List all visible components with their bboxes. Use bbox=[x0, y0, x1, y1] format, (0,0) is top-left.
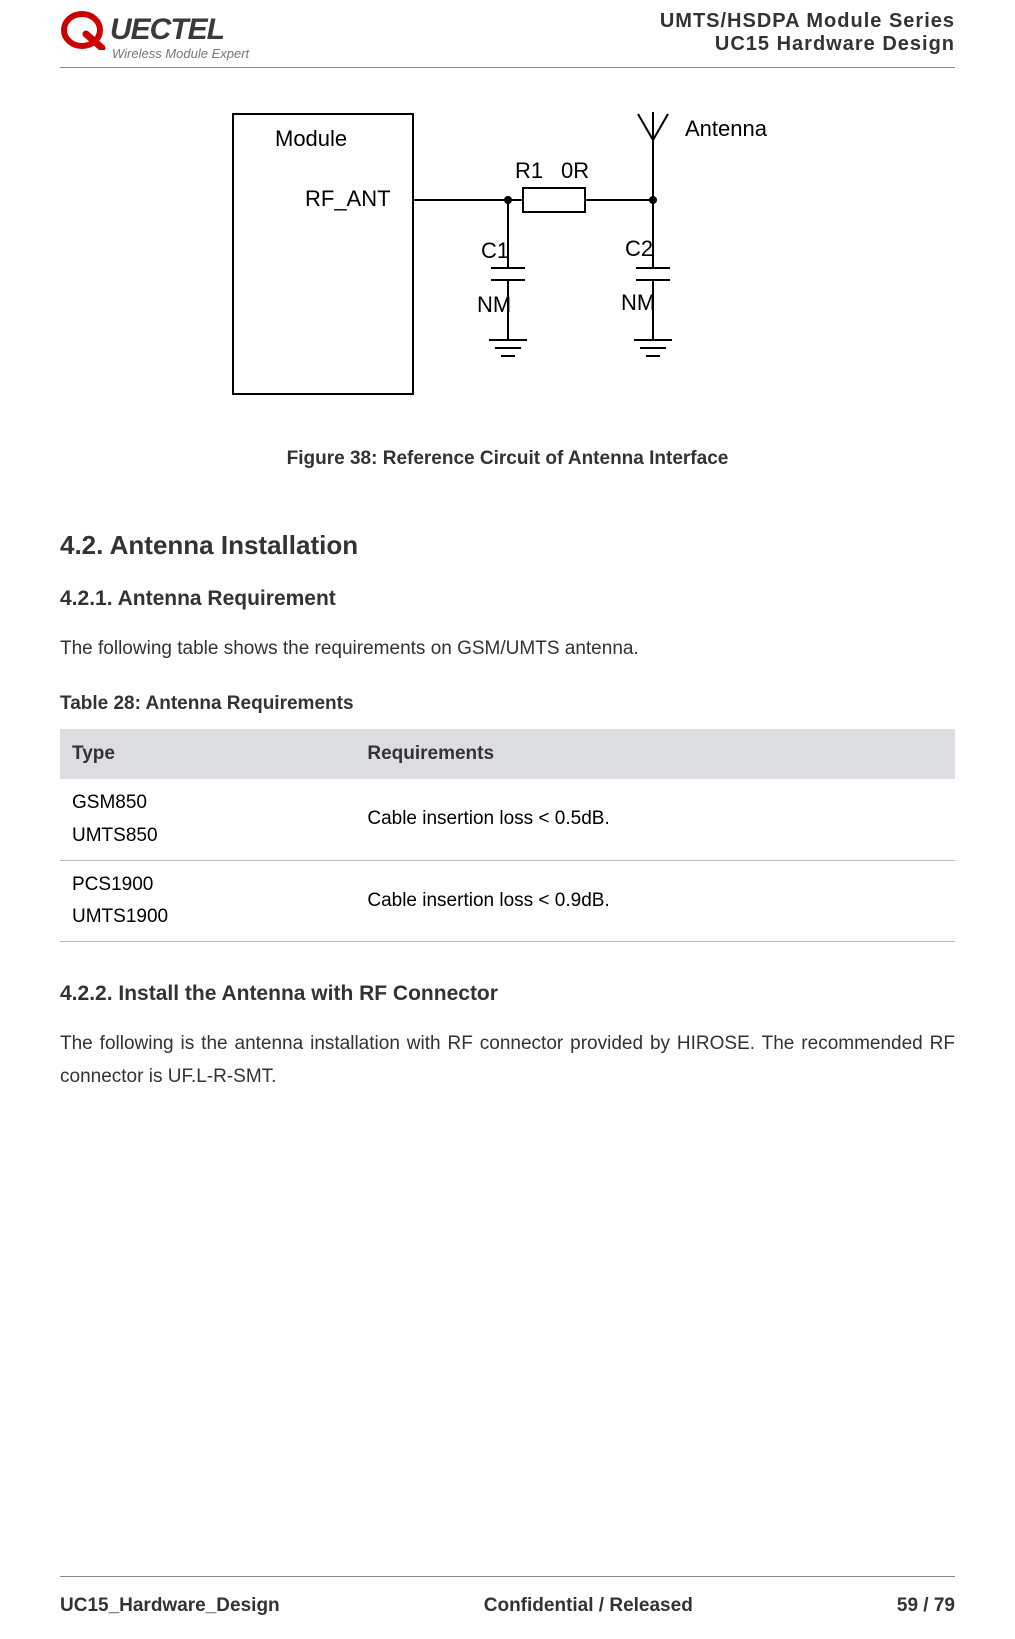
label-c2: C2 bbox=[625, 236, 653, 261]
table-header-req: Requirements bbox=[355, 729, 955, 779]
doc-title-line2: UC15 Hardware Design bbox=[660, 33, 955, 56]
cell-req: Cable insertion loss < 0.9dB. bbox=[355, 860, 955, 942]
table-header-type: Type bbox=[60, 729, 355, 779]
heading-4-2-2: 4.2.2. Install the Antenna with RF Conne… bbox=[60, 982, 955, 1006]
doc-title-block: UMTS/HSDPA Module Series UC15 Hardware D… bbox=[660, 10, 955, 56]
circuit-diagram: Module RF_ANT R1 0R Ant bbox=[213, 108, 803, 418]
heading-4-2: 4.2. Antenna Installation bbox=[60, 530, 955, 561]
page-header: UECTEL Wireless Module Expert UMTS/HSDPA… bbox=[60, 0, 955, 68]
cell-req: Cable insertion loss < 0.5dB. bbox=[355, 779, 955, 860]
label-nm1: NM bbox=[477, 292, 511, 317]
figure-caption: Figure 38: Reference Circuit of Antenna … bbox=[287, 448, 729, 470]
doc-title-line1: UMTS/HSDPA Module Series bbox=[660, 10, 955, 33]
label-r1-val: 0R bbox=[561, 158, 589, 183]
label-nm2: NM bbox=[621, 290, 655, 315]
label-rf-ant: RF_ANT bbox=[305, 186, 391, 211]
page-footer: UC15_Hardware_Design Confidential / Rele… bbox=[60, 1576, 955, 1639]
figure-38: Module RF_ANT R1 0R Ant bbox=[60, 108, 955, 470]
table-28-caption: Table 28: Antenna Requirements bbox=[60, 693, 955, 715]
label-c1: C1 bbox=[481, 238, 509, 263]
paragraph-req-intro: The following table shows the requiremen… bbox=[60, 633, 955, 665]
paragraph-rf-connector: The following is the antenna installatio… bbox=[60, 1028, 955, 1093]
label-module: Module bbox=[275, 126, 347, 151]
table-row: GSM850 UMTS850 Cable insertion loss < 0.… bbox=[60, 779, 955, 860]
cell-type: PCS1900 UMTS1900 bbox=[60, 860, 355, 942]
brand-logo: UECTEL Wireless Module Expert bbox=[60, 10, 249, 61]
footer-left: UC15_Hardware_Design bbox=[60, 1595, 280, 1617]
footer-center: Confidential / Released bbox=[484, 1595, 693, 1617]
brand-text: UECTEL bbox=[110, 13, 224, 47]
brand-tagline: Wireless Module Expert bbox=[112, 46, 249, 61]
table-antenna-requirements: Type Requirements GSM850 UMTS850 Cable i… bbox=[60, 729, 955, 942]
footer-right: 59 / 79 bbox=[897, 1595, 955, 1617]
label-antenna: Antenna bbox=[685, 116, 768, 141]
heading-4-2-1: 4.2.1. Antenna Requirement bbox=[60, 587, 955, 611]
table-row: PCS1900 UMTS1900 Cable insertion loss < … bbox=[60, 860, 955, 942]
label-r1: R1 bbox=[515, 158, 543, 183]
logo-q-icon bbox=[60, 10, 108, 50]
cell-type: GSM850 UMTS850 bbox=[60, 779, 355, 860]
